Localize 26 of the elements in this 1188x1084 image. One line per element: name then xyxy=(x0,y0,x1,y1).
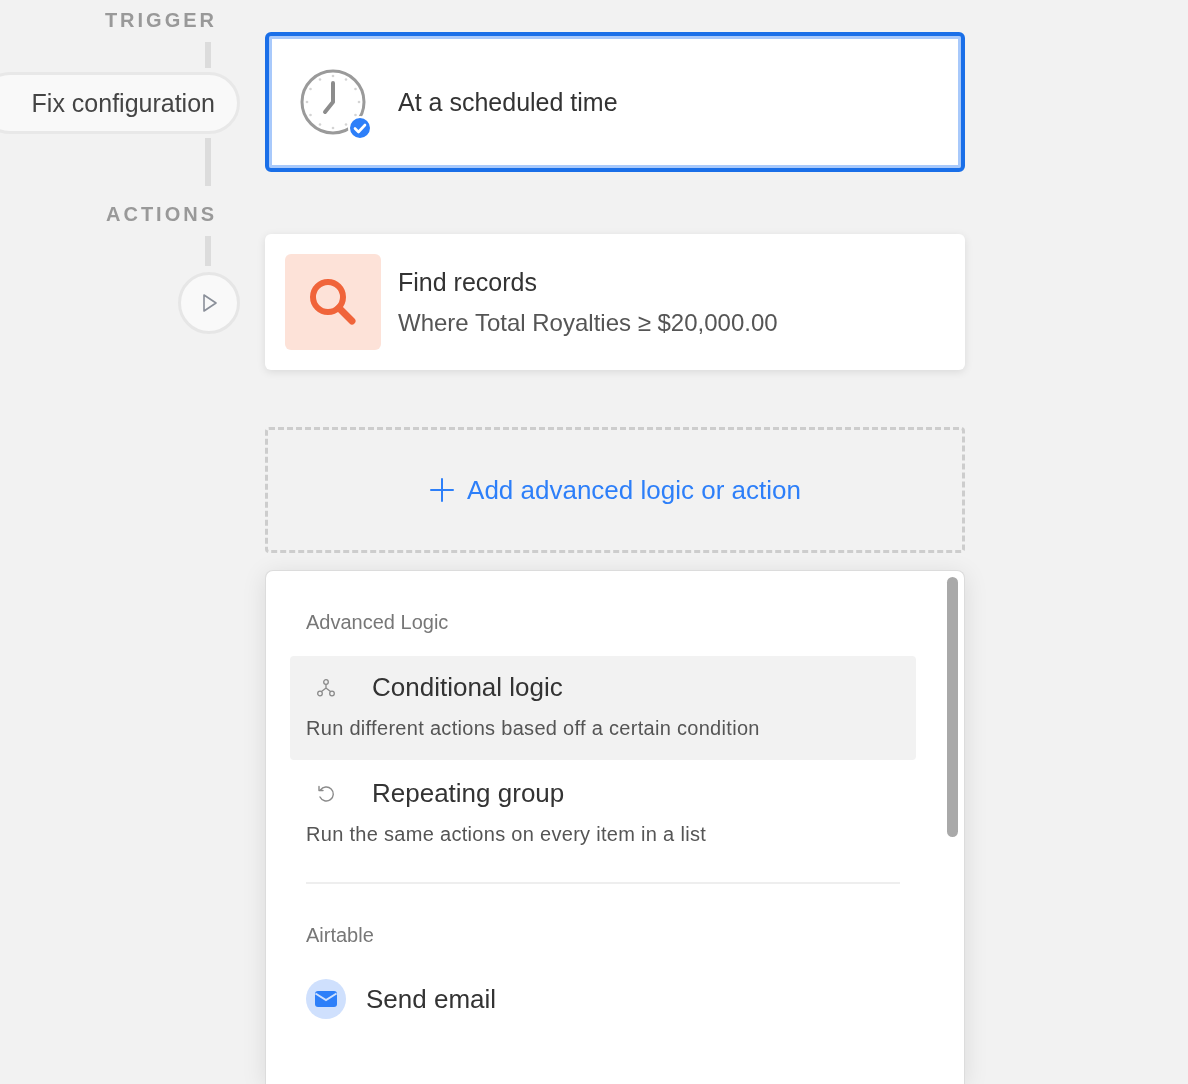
search-icon xyxy=(307,276,359,328)
check-badge-icon xyxy=(348,116,372,140)
menu-item-title: Conditional logic xyxy=(372,672,563,703)
menu-section-header: Advanced Logic xyxy=(305,611,450,634)
repeat-icon xyxy=(316,783,336,804)
menu-item[interactable]: Conditional logic Run different actions based off a certain condition xyxy=(290,656,916,760)
trigger-card[interactable]: At a scheduled time xyxy=(265,32,965,172)
clock-icon xyxy=(300,69,366,135)
menu-section-header: Airtable xyxy=(305,924,375,947)
menu-item[interactable]: Send email xyxy=(290,969,916,1053)
actions-section-label: ACTIONS xyxy=(106,202,217,226)
plus-icon xyxy=(429,477,456,503)
envelope-icon xyxy=(306,979,346,1019)
fix-configuration-button[interactable]: Fix configuration xyxy=(0,72,240,134)
action-card[interactable]: Find records Where Total Royalties ≥ $20,000.00 xyxy=(265,234,965,370)
trigger-section-label: TRIGGER xyxy=(104,8,217,32)
action-title: Find records xyxy=(398,267,538,297)
trigger-title: At a scheduled time xyxy=(398,87,618,117)
menu-item[interactable]: Repeating group Run the same actions on every item in a list xyxy=(290,762,916,866)
menu-item-description: Run different actions based off a certain condition xyxy=(306,717,761,740)
menu-item-title: Send email xyxy=(366,983,497,1015)
action-condition: Where Total Royalties ≥ $20,000.00 xyxy=(398,308,778,337)
menu-item-description: Run the same actions on every item in a list xyxy=(306,823,708,846)
scrollbar-thumb[interactable] xyxy=(947,577,958,837)
menu-item-title: Repeating group xyxy=(372,778,565,809)
branch-icon xyxy=(316,677,336,698)
